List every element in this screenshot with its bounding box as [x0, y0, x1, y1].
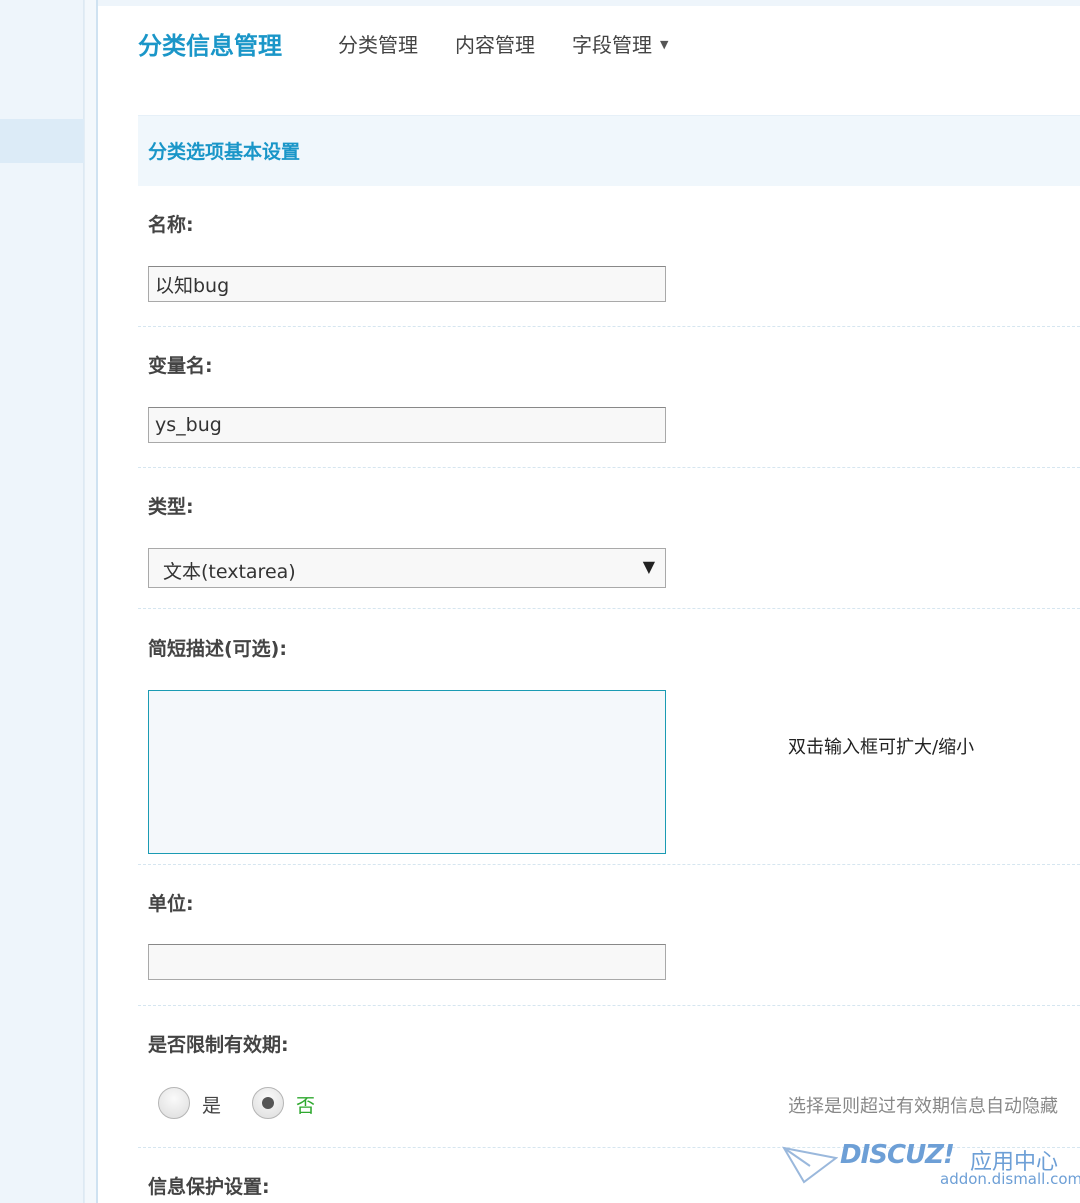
dropdown-arrow-icon[interactable]: ▼	[643, 557, 655, 576]
page-title: 分类信息管理	[138, 32, 282, 60]
unit-input[interactable]	[148, 944, 666, 980]
row-divider	[138, 608, 1080, 609]
row-divider	[138, 864, 1080, 865]
row-divider	[138, 326, 1080, 327]
expiry-yes-radio[interactable]	[158, 1087, 190, 1119]
expiry-no-label[interactable]: 否	[296, 1091, 315, 1118]
caret-down-icon[interactable]: ▼	[660, 38, 668, 51]
section-title: 分类选项基本设置	[148, 141, 301, 163]
expiry-tip: 选择是则超过有效期信息自动隐藏	[788, 1096, 1058, 1117]
radio-selected-dot	[262, 1097, 274, 1109]
description-textarea[interactable]	[148, 690, 666, 854]
unit-label: 单位:	[148, 893, 194, 915]
type-label: 类型:	[148, 496, 194, 518]
expiry-label: 是否限制有效期:	[148, 1034, 289, 1056]
variable-name-input[interactable]	[148, 407, 666, 443]
sidebar-active-item[interactable]	[0, 119, 84, 163]
name-label: 名称:	[148, 214, 194, 236]
description-label: 简短描述(可选):	[148, 638, 287, 660]
sidebar-divider[interactable]	[84, 0, 98, 1203]
protect-label: 信息保护设置:	[148, 1176, 270, 1198]
expiry-yes-label[interactable]: 是	[202, 1091, 221, 1118]
name-input[interactable]	[148, 266, 666, 302]
type-select-value: 文本(textarea)	[163, 561, 296, 583]
nav-item-content-manage[interactable]: 内容管理	[455, 29, 535, 58]
row-divider	[138, 467, 1080, 468]
row-divider	[138, 1005, 1080, 1006]
left-sidebar	[0, 0, 84, 1203]
discuz-watermark: DISCUZ! 应用中心 addon.dismall.com	[782, 1136, 1080, 1203]
variable-name-label: 变量名:	[148, 355, 213, 377]
type-select[interactable]: 文本(textarea) ▼	[148, 548, 666, 588]
expiry-no-radio[interactable]	[252, 1087, 284, 1119]
description-tip: 双击输入框可扩大/缩小	[788, 737, 975, 758]
top-strip	[98, 0, 1080, 6]
watermark-url: addon.dismall.com	[940, 1170, 1080, 1188]
nav-item-category-manage[interactable]: 分类管理	[338, 29, 418, 58]
nav-item-field-manage[interactable]: 字段管理	[572, 29, 652, 58]
watermark-logo: DISCUZ!	[840, 1140, 955, 1170]
paper-plane-icon	[782, 1146, 838, 1184]
